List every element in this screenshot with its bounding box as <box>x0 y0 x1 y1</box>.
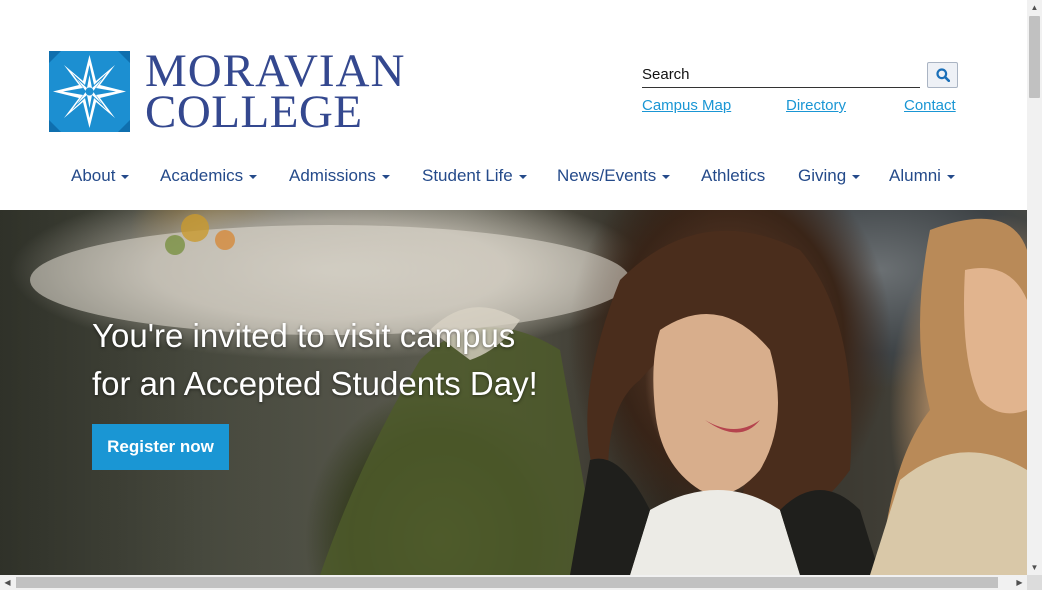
caret-down-icon <box>249 175 258 179</box>
nav-item-admissions[interactable]: Admissions <box>289 166 390 186</box>
scroll-right-arrow-icon[interactable]: ▶ <box>1012 575 1027 590</box>
scrollbar-corner <box>1027 575 1042 590</box>
nav-item-giving[interactable]: Giving <box>798 166 861 186</box>
directory-link[interactable]: Directory <box>786 97 846 114</box>
caret-down-icon <box>662 175 671 179</box>
main-navigation: About Academics Admissions Student Life … <box>0 166 1027 190</box>
nav-item-alumni[interactable]: Alumni <box>889 166 955 186</box>
nav-item-label: Admissions <box>289 166 376 185</box>
caret-down-icon <box>518 175 527 179</box>
search-input[interactable] <box>642 62 920 86</box>
nav-item-label: Alumni <box>889 166 941 185</box>
moravian-star-logo-icon <box>49 51 130 132</box>
college-logo[interactable]: MORAVIAN COLLEGE <box>49 48 404 136</box>
browser-viewport: MORAVIAN COLLEGE Campus Map Directory Co… <box>0 0 1027 575</box>
hero-headline-line-1: You're invited to visit campus <box>92 317 516 354</box>
nav-item-about[interactable]: About <box>71 166 130 186</box>
hero-headline-line-2: for an Accepted Students Day! <box>92 365 538 402</box>
caret-down-icon <box>852 175 861 179</box>
nav-item-label: About <box>71 166 116 185</box>
nav-item-student-life[interactable]: Student Life <box>422 166 527 186</box>
register-now-button[interactable]: Register now <box>92 424 229 470</box>
nav-item-news-events[interactable]: News/Events <box>557 166 671 186</box>
nav-item-label: Giving <box>798 166 847 185</box>
scroll-up-arrow-icon[interactable]: ▲ <box>1027 0 1042 15</box>
horizontal-scrollbar[interactable]: ◀ ▶ <box>0 575 1027 590</box>
wordmark-line-2: COLLEGE <box>145 86 363 138</box>
nav-item-label: News/Events <box>557 166 657 185</box>
vertical-scrollbar[interactable]: ▲ ▼ <box>1027 0 1042 575</box>
college-wordmark: MORAVIAN COLLEGE <box>145 48 405 138</box>
hero-banner: You're invited to visit campus for an Ac… <box>0 210 1027 575</box>
campus-map-link[interactable]: Campus Map <box>642 97 731 114</box>
contact-link[interactable]: Contact <box>904 97 956 114</box>
caret-down-icon <box>121 175 130 179</box>
caret-down-icon <box>381 175 390 179</box>
nav-item-academics[interactable]: Academics <box>160 166 258 186</box>
scroll-left-arrow-icon[interactable]: ◀ <box>0 575 15 590</box>
horizontal-scroll-thumb[interactable] <box>16 577 998 588</box>
nav-item-label: Academics <box>160 166 244 185</box>
search-field-wrapper <box>642 62 920 88</box>
search-button[interactable] <box>927 62 958 88</box>
caret-down-icon <box>946 175 955 179</box>
vertical-scroll-thumb[interactable] <box>1029 16 1040 98</box>
scroll-down-arrow-icon[interactable]: ▼ <box>1027 560 1042 575</box>
search-icon <box>935 68 950 82</box>
nav-item-athletics[interactable]: Athletics <box>701 166 765 186</box>
nav-item-label: Student Life <box>422 166 513 185</box>
nav-item-label: Athletics <box>701 166 766 185</box>
